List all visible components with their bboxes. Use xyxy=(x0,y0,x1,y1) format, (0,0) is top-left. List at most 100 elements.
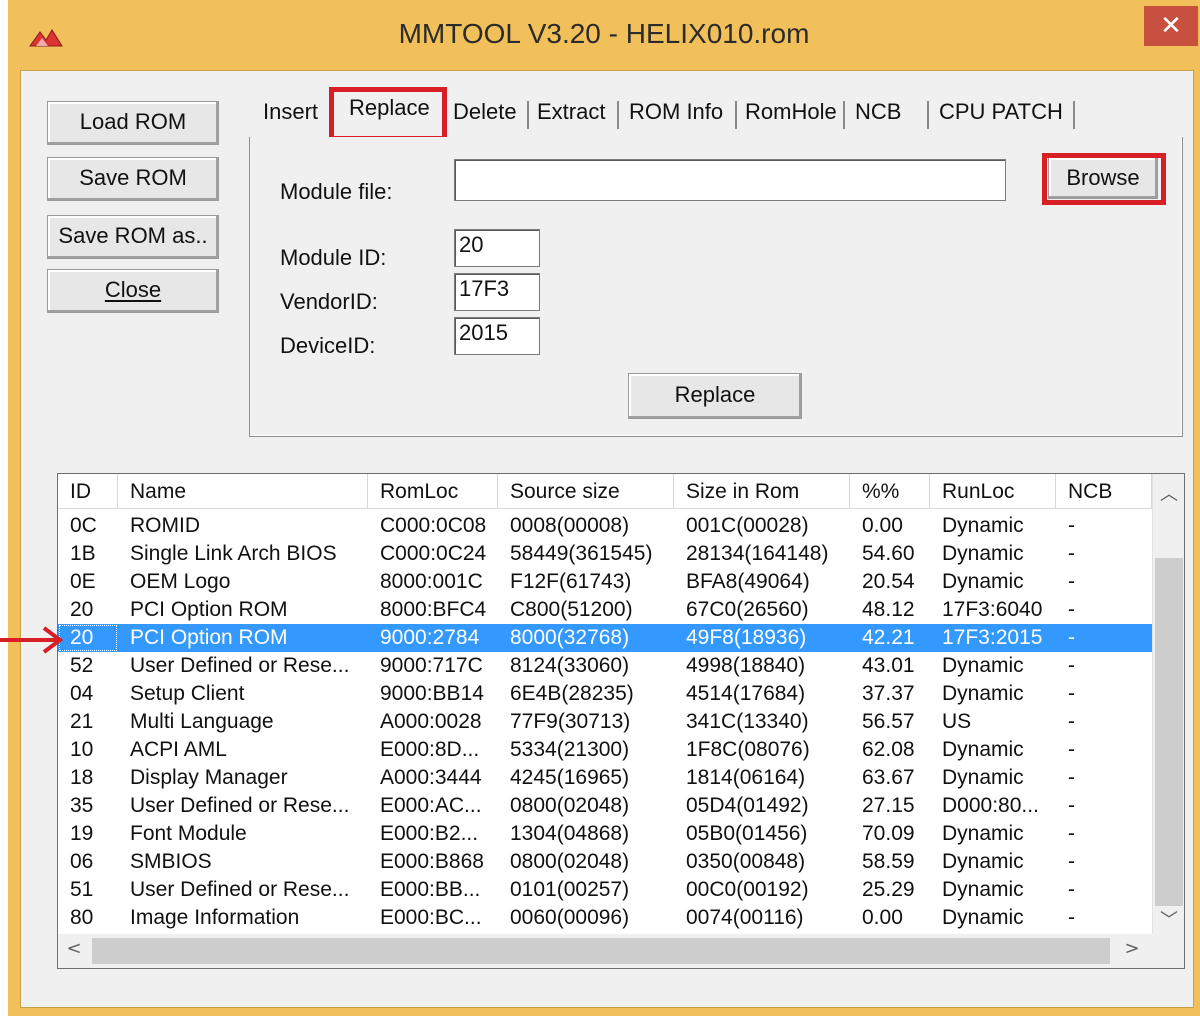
tab-cpu-patch[interactable]: CPU PATCH xyxy=(939,99,1063,125)
cell-id: 0C xyxy=(70,514,97,537)
cell-id: 20 xyxy=(70,598,94,621)
tab-delete[interactable]: Delete xyxy=(453,99,517,125)
cell-source-size: 0800(02048) xyxy=(510,794,630,817)
close-window-button[interactable]: ✕ xyxy=(1144,6,1198,46)
cell-source-size: 0800(02048) xyxy=(510,850,630,873)
cell-runloc: 17F3:2015 xyxy=(942,626,1043,649)
cell-romloc: E000:B868 xyxy=(380,850,484,873)
column-header-runloc[interactable]: RunLoc xyxy=(930,474,1056,508)
cell-source-size: 8124(33060) xyxy=(510,654,630,677)
table-row[interactable]: 20 PCI Option ROM 8000:BFC4 C800(51200) 67C0… xyxy=(58,596,1152,624)
close-rom-button[interactable]: Close xyxy=(47,269,219,313)
column-header-id[interactable]: ID xyxy=(58,474,118,508)
cell-runloc: US xyxy=(942,710,972,733)
tab-rom-info[interactable]: ROM Info xyxy=(629,99,723,125)
cell-size-in-rom: 49F8(18936) xyxy=(686,626,807,649)
cell-size-in-rom: 05B0(01456) xyxy=(686,822,808,845)
table-row[interactable]: 80 Image Information E000:BC... 0060(00096)… xyxy=(58,904,1152,932)
table-row[interactable]: 19 Font Module E000:B2... 1304(04868) 05B0(0… xyxy=(58,820,1152,848)
table-row-selected[interactable]: 20 PCI Option ROM 9000:2784 8000(32768) 49F8… xyxy=(58,624,1152,652)
cell-source-size: 4245(16965) xyxy=(510,766,630,789)
cell-source-size: 0008(00008) xyxy=(510,514,630,537)
list-header: ID Name RomLoc Source size Size in Rom %… xyxy=(58,474,1152,509)
cell-id: 1B xyxy=(70,542,96,565)
cell-percent: 63.67 xyxy=(862,766,915,789)
cell-ncb: - xyxy=(1068,682,1075,705)
table-row[interactable]: 18 Display Manager A000:3444 4245(16965) 181… xyxy=(58,764,1152,792)
table-row[interactable]: 0C ROMID C000:0C08 0008(00008) 001C(00028) 0.… xyxy=(58,512,1152,540)
cell-percent: 42.21 xyxy=(862,626,915,649)
tab-separator xyxy=(735,101,737,129)
cell-name: User Defined or Rese... xyxy=(130,878,350,901)
cell-romloc: E000:AC... xyxy=(380,794,482,817)
tab-extract[interactable]: Extract xyxy=(537,99,605,125)
column-header-romloc[interactable]: RomLoc xyxy=(368,474,498,508)
title-bar[interactable]: MMTOOL V3.20 - HELIX010.rom ✕ xyxy=(8,0,1200,70)
table-row[interactable]: 04 Setup Client 9000:BB14 6E4B(28235) 4514(1… xyxy=(58,680,1152,708)
cell-ncb: - xyxy=(1068,878,1075,901)
table-row[interactable]: 0E OEM Logo 8000:001C F12F(61743) BFA8(49064… xyxy=(58,568,1152,596)
column-header-name[interactable]: Name xyxy=(118,474,368,508)
cell-runloc: Dynamic xyxy=(942,514,1024,537)
vendor-id-input[interactable]: 17F3 xyxy=(454,273,540,311)
horizontal-scrollbar[interactable]: < xyxy=(58,934,1152,968)
column-header-source-size[interactable]: Source size xyxy=(498,474,674,508)
scroll-right-icon[interactable]: > xyxy=(1116,938,1148,959)
table-row[interactable]: 1B Single Link Arch BIOS C000:0C24 58449(36… xyxy=(58,540,1152,568)
tab-insert[interactable]: Insert xyxy=(263,99,318,125)
column-header-ncb[interactable]: NCB xyxy=(1056,474,1152,508)
cell-source-size: C800(51200) xyxy=(510,598,633,621)
tab-separator xyxy=(843,101,845,129)
scroll-left-icon[interactable]: < xyxy=(58,938,90,959)
save-rom-button[interactable]: Save ROM xyxy=(47,157,219,201)
table-row[interactable]: 35 User Defined or Rese... E000:AC... 0800(… xyxy=(58,792,1152,820)
cell-size-in-rom: 1814(06164) xyxy=(686,766,806,789)
cell-runloc: D000:80... xyxy=(942,794,1039,817)
cell-ncb: - xyxy=(1068,794,1075,817)
module-list[interactable]: ID Name RomLoc Source size Size in Rom %… xyxy=(57,473,1185,969)
vertical-scrollbar[interactable]: ︿ ﹀ xyxy=(1152,474,1184,934)
table-row[interactable]: 52 User Defined or Rese... 9000:717C 8124(3… xyxy=(58,652,1152,680)
cell-runloc: Dynamic xyxy=(942,906,1024,929)
device-id-input[interactable]: 2015 xyxy=(454,317,540,355)
browse-annotation xyxy=(1042,153,1166,205)
cell-romloc: 9000:717C xyxy=(380,654,483,677)
cell-name: PCI Option ROM xyxy=(130,598,288,621)
cell-runloc: Dynamic xyxy=(942,542,1024,565)
cell-ncb: - xyxy=(1068,626,1075,649)
client-area: Load ROM Save ROM Save ROM as.. Close In… xyxy=(20,70,1194,1008)
vertical-scroll-thumb[interactable] xyxy=(1155,558,1183,906)
horizontal-scroll-thumb[interactable] xyxy=(92,938,1110,964)
scroll-up-icon[interactable]: ︿ xyxy=(1153,480,1184,506)
cell-name: PCI Option ROM xyxy=(130,626,288,649)
cell-runloc: 17F3:6040 xyxy=(942,598,1043,621)
column-header-percent[interactable]: %% xyxy=(850,474,930,508)
module-file-input[interactable] xyxy=(454,159,1006,201)
replace-button[interactable]: Replace xyxy=(628,373,802,419)
column-header-size-in-rom[interactable]: Size in Rom xyxy=(674,474,850,508)
cell-percent: 62.08 xyxy=(862,738,915,761)
tab-ncb[interactable]: NCB xyxy=(855,99,901,125)
cell-size-in-rom: 0074(00116) xyxy=(686,906,804,929)
cell-source-size: F12F(61743) xyxy=(510,570,632,593)
table-row[interactable]: 21 Multi Language A000:0028 77F9(30713) 341C… xyxy=(58,708,1152,736)
cell-name: Setup Client xyxy=(130,682,245,705)
cell-size-in-rom: 4998(18840) xyxy=(686,654,806,677)
table-row[interactable]: 10 ACPI AML E000:8D... 5334(21300) 1F8C(0807… xyxy=(58,736,1152,764)
cell-name: Display Manager xyxy=(130,766,288,789)
cell-source-size: 8000(32768) xyxy=(510,626,630,649)
cell-size-in-rom: 341C(13340) xyxy=(686,710,809,733)
cell-size-in-rom: 001C(00028) xyxy=(686,514,809,537)
save-rom-as-button[interactable]: Save ROM as.. xyxy=(47,215,219,259)
load-rom-button[interactable]: Load ROM xyxy=(47,101,219,145)
cell-name: OEM Logo xyxy=(130,570,231,593)
scroll-down-icon[interactable]: ﹀ xyxy=(1153,906,1184,932)
tab-romhole[interactable]: RomHole xyxy=(745,99,837,125)
cell-id: 51 xyxy=(70,878,94,901)
table-row[interactable]: 06 SMBIOS E000:B868 0800(02048) 0350(00848) 5… xyxy=(58,848,1152,876)
cell-ncb: - xyxy=(1068,542,1075,565)
cell-size-in-rom: 67C0(26560) xyxy=(686,598,809,621)
cell-size-in-rom: 0350(00848) xyxy=(686,850,806,873)
table-row[interactable]: 51 User Defined or Rese... E000:BB... 0101(… xyxy=(58,876,1152,904)
module-id-input[interactable]: 20 xyxy=(454,229,540,267)
